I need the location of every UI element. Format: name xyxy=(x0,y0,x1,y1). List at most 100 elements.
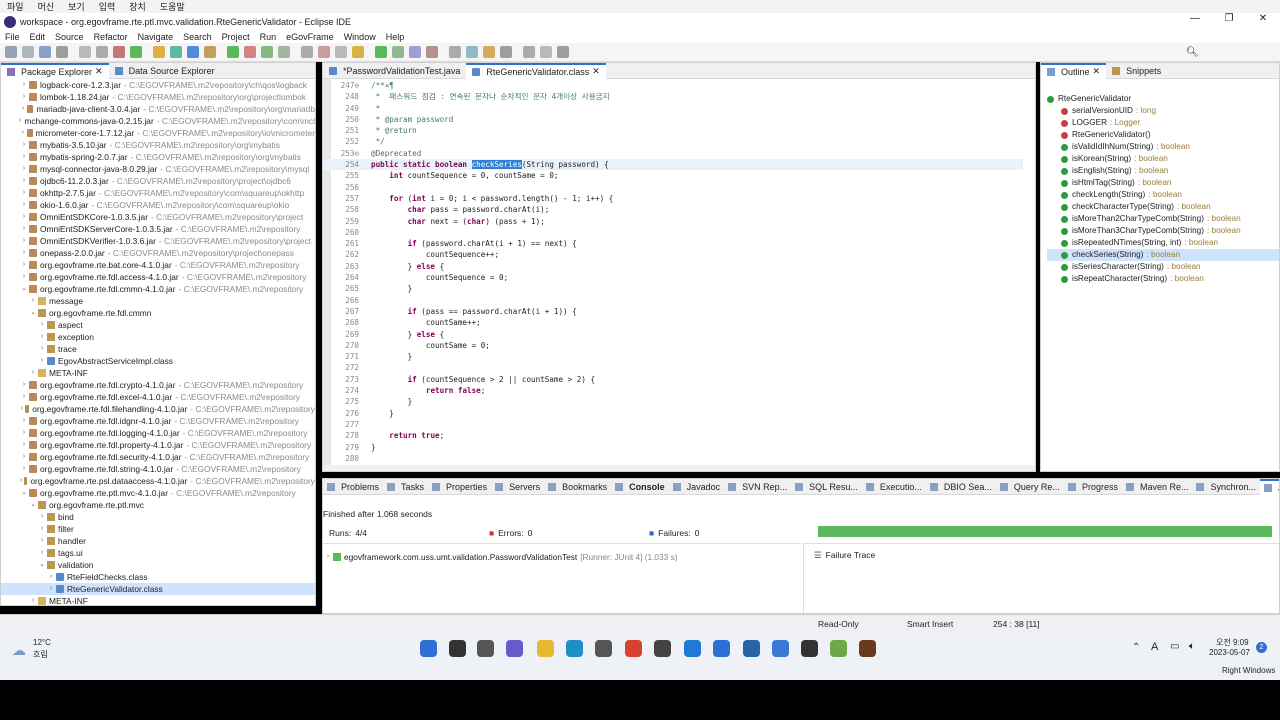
save-icon[interactable] xyxy=(22,46,34,58)
horizontal-scrollbar[interactable] xyxy=(323,465,1035,471)
tree-item[interactable]: ⌄ org.egovframe.rte.ptl.mvc xyxy=(1,499,315,511)
bottom-tab[interactable]: Query Re... xyxy=(996,479,1064,495)
bottom-tab[interactable]: Executio... xyxy=(862,479,926,495)
expand-toggle-icon[interactable]: › xyxy=(37,547,47,559)
tree-item[interactable]: › META-INF xyxy=(1,595,315,605)
vm-menu-item[interactable]: 도움말 xyxy=(153,0,192,13)
tree-item[interactable]: › mysql-connector-java-8.0.29.jar - C:\EGO… xyxy=(1,163,315,175)
outline-item[interactable]: isHtmlTag(String): boolean xyxy=(1047,177,1279,189)
tree-item[interactable]: › filter xyxy=(1,523,315,535)
expand-toggle-icon[interactable]: › xyxy=(19,247,29,259)
tab-data-source-explorer[interactable]: Data Source Explorer xyxy=(109,63,221,79)
bottom-tab[interactable]: DBIO Sea... xyxy=(926,479,996,495)
expand-toggle-icon[interactable]: › xyxy=(46,583,56,595)
tab-snippets[interactable]: Snippets xyxy=(1106,63,1167,79)
vscode-icon[interactable] xyxy=(684,640,701,657)
tree-item[interactable]: › handler xyxy=(1,535,315,547)
tree-item[interactable]: › trace xyxy=(1,343,315,355)
tree-item[interactable]: › message xyxy=(1,295,315,307)
bottom-tab[interactable]: SQL Resu... xyxy=(791,479,862,495)
tree-item[interactable]: › org.egovframe.rte.fdl.excel-4.1.0.jar - … xyxy=(1,391,315,403)
app-icon[interactable] xyxy=(654,640,671,657)
vm-menu-item[interactable]: 보기 xyxy=(61,0,92,13)
tree-item[interactable]: › mchange-commons-java-0.2.15.jar - C:\EGO… xyxy=(1,115,315,127)
app-icon-3[interactable] xyxy=(772,640,789,657)
tree-item[interactable]: › OmniEntSDKCore-1.0.3.5.jar - C:\EGOVFRAM… xyxy=(1,211,315,223)
tree-item[interactable]: › okhttp-2.7.5.jar - C:\EGOVFRAME\.m2\repo… xyxy=(1,187,315,199)
outline-item[interactable]: isValidIdIhNum(String): boolean xyxy=(1047,141,1279,153)
tab-outline[interactable]: Outline ✕ xyxy=(1041,63,1107,79)
bottom-tab[interactable]: Maven Re... xyxy=(1122,479,1193,495)
external-tools-icon[interactable] xyxy=(244,46,256,58)
help-icon[interactable] xyxy=(540,46,552,58)
vm-menu-item[interactable]: 파일 xyxy=(0,0,31,13)
bottom-tab[interactable]: Javadoc xyxy=(669,479,725,495)
annotation-icon[interactable] xyxy=(352,46,364,58)
menu-window[interactable]: Window xyxy=(339,32,381,42)
expand-toggle-icon[interactable]: › xyxy=(37,331,47,343)
mark-icon[interactable] xyxy=(500,46,512,58)
expand-toggle-icon[interactable]: › xyxy=(28,295,38,307)
refresh-icon[interactable] xyxy=(523,46,535,58)
vm-menu-item[interactable]: 머신 xyxy=(31,0,62,13)
tree-item[interactable]: › tags.ui xyxy=(1,547,315,559)
tree-item[interactable]: ⌄ validation xyxy=(1,559,315,571)
tree-item[interactable]: ⌄ org.egovframe.rte.fdl.cmmn-4.1.0.jar - C… xyxy=(1,283,315,295)
outline-item[interactable]: serialVersionUID: long xyxy=(1047,105,1279,117)
tree-item[interactable]: › org.egovframe.rte.psl.dataaccess-4.1.0.… xyxy=(1,475,315,487)
tree-item[interactable]: › org.egovframe.rte.fdl.property-4.1.0.ja… xyxy=(1,439,315,451)
new-server-icon[interactable] xyxy=(153,46,165,58)
menu-edit[interactable]: Edit xyxy=(25,32,51,42)
search-icon[interactable] xyxy=(449,640,466,657)
expand-toggle-icon[interactable]: ⌄ xyxy=(19,283,29,295)
forward-icon[interactable] xyxy=(449,46,461,58)
junit-test-row[interactable]: › egovframework.com.uss.umt.validation.P… xyxy=(323,550,801,563)
new-package-icon[interactable] xyxy=(278,46,290,58)
expand-toggle-icon[interactable]: › xyxy=(28,595,38,605)
new-icon[interactable] xyxy=(5,46,17,58)
tree-item[interactable]: › exception xyxy=(1,331,315,343)
tree-item[interactable]: ⌄ org.egovframe.rte.fdl.cmmn xyxy=(1,307,315,319)
disconnect-icon[interactable] xyxy=(130,46,142,58)
expand-toggle-icon[interactable]: › xyxy=(19,199,29,211)
debug-icon[interactable] xyxy=(187,46,199,58)
save-all-icon[interactable] xyxy=(39,46,51,58)
outline-item[interactable]: isSeriesCharacter(String): boolean xyxy=(1047,261,1279,273)
outline-item[interactable]: RteGenericValidator() xyxy=(1047,129,1279,141)
menu-egovframe[interactable]: eGovFrame xyxy=(281,32,339,42)
tree-item[interactable]: › EgovAbstractServiceImpl.class xyxy=(1,355,315,367)
expand-toggle-icon[interactable]: › xyxy=(19,235,29,247)
bottom-tab[interactable]: Tasks xyxy=(383,479,428,495)
outline-item[interactable]: RteGenericValidator xyxy=(1047,93,1279,105)
bottom-tab[interactable]: Bookmarks xyxy=(544,479,611,495)
expand-toggle-icon[interactable]: › xyxy=(19,439,29,451)
outline-item[interactable]: checkCharacterType(String): boolean xyxy=(1047,201,1279,213)
bottom-tab[interactable]: SVN Rep... xyxy=(724,479,791,495)
chrome-icon[interactable] xyxy=(625,640,642,657)
expand-toggle-icon[interactable]: › xyxy=(19,259,29,271)
expand-toggle-icon[interactable]: › xyxy=(19,79,29,91)
expand-toggle-icon[interactable]: › xyxy=(19,175,29,187)
outline-item[interactable]: isKorean(String): boolean xyxy=(1047,153,1279,165)
expand-toggle-icon[interactable]: ⌄ xyxy=(28,499,38,511)
expand-toggle-icon[interactable]: › xyxy=(19,151,29,163)
volume-icon[interactable]: 🔈︎ xyxy=(1189,641,1195,652)
expand-toggle-icon[interactable]: › xyxy=(19,415,29,427)
close-icon[interactable]: ✕ xyxy=(592,66,600,77)
close-button[interactable]: ✕ xyxy=(1246,13,1280,24)
back-icon[interactable] xyxy=(426,46,438,58)
expand-toggle-icon[interactable]: › xyxy=(37,343,47,355)
close-icon[interactable]: ✕ xyxy=(95,66,103,77)
menu-file[interactable]: File xyxy=(0,32,25,42)
expand-toggle-icon[interactable]: › xyxy=(37,523,47,535)
expand-toggle-icon[interactable]: ⌄ xyxy=(19,487,29,499)
search-tool-icon[interactable] xyxy=(335,46,347,58)
run-icon[interactable] xyxy=(170,46,182,58)
tree-item[interactable]: › okio-1.6.0.jar - C:\EGOVFRAME\.m2\reposi… xyxy=(1,199,315,211)
tab-package-explorer[interactable]: Package Explorer ✕ xyxy=(1,63,109,79)
outline-item[interactable]: LOGGER: Logger xyxy=(1047,117,1279,129)
outline-item[interactable]: isRepeatCharacter(String): boolean xyxy=(1047,273,1279,285)
expand-toggle-icon[interactable]: › xyxy=(19,427,29,439)
tree-item[interactable]: › lombok-1.18.24.jar - C:\EGOVFRAME\.m2\re… xyxy=(1,91,315,103)
editor-tab[interactable]: RteGenericValidator.class ✕ xyxy=(466,63,606,79)
